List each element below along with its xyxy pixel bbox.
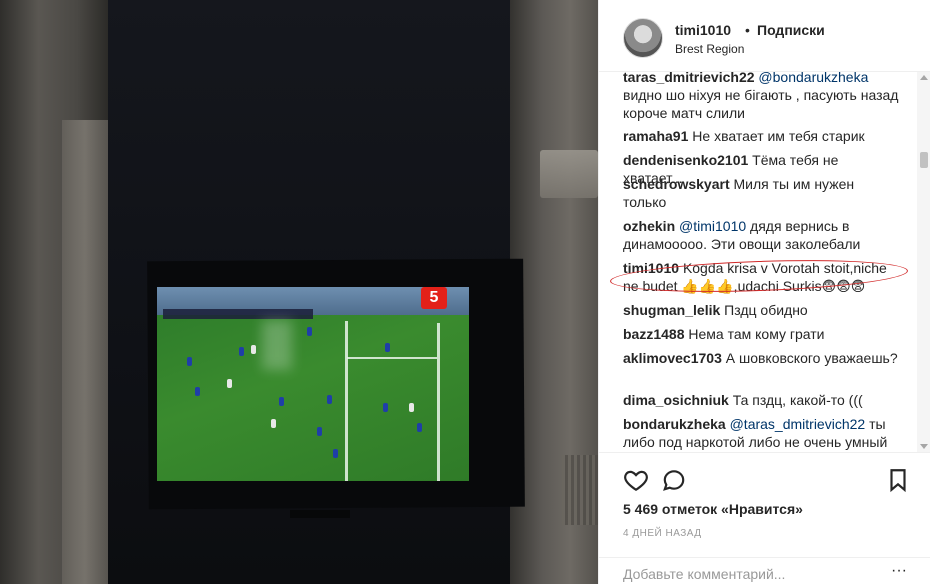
heart-icon[interactable] [623,467,649,493]
scroll-up-arrow-icon[interactable] [920,75,928,80]
post-actions: 5 469 отметок «Нравится» 4 ДНЕЙ НАЗАД ··… [599,452,930,584]
comment-item: bondarukzheka @taras_dmitrievich22 ты ли… [623,415,901,451]
comment-username[interactable]: ramaha91 [623,128,688,144]
comment-username[interactable]: ozhekin [623,218,675,234]
comment-username[interactable]: aklimovec1703 [623,350,722,366]
door-frame [62,120,108,584]
bookmark-icon[interactable] [885,467,911,493]
comment-item: aklimovec1703 А шовковского уважаешь? [623,349,901,367]
comment-mention[interactable]: @taras_dmitrievich22 [730,416,866,432]
comment-item: dima_osichniuk Та пздц, какой-то ((( [623,391,901,409]
comment-username[interactable]: dendenisenko2101 [623,152,748,168]
post-username[interactable]: timi1010 [675,22,731,38]
scroll-down-arrow-icon[interactable] [920,444,928,449]
player [271,419,276,428]
comment-item: schedrowskyart Миля ты им нужен только [623,175,901,211]
tv-screen: 5 [157,287,469,481]
comment-text: Нема там кому грати [688,326,825,342]
player [239,347,244,356]
comment-item: shugman_lelik Пздц обидно [623,301,901,319]
player [317,427,322,436]
field-line [347,357,437,359]
post-side-panel: timi1010 • Подписки Brest Region taras_d… [598,0,930,584]
comment-username[interactable]: shugman_lelik [623,302,720,318]
separator-dot: • [745,22,750,38]
post-date[interactable]: 4 ДНЕЙ НАЗАД [623,528,702,539]
comment-username[interactable]: schedrowskyart [623,176,730,192]
scoreboard-bar [163,309,313,319]
comment-username[interactable]: taras_dmitrievich22 [623,72,755,85]
likes-count[interactable]: 5 469 отметок «Нравится» [623,501,803,517]
more-icon[interactable]: ··· [891,562,907,580]
player [417,423,422,432]
comment-item: bazz1488 Нема там кому грати [623,325,901,343]
radiator [562,455,598,525]
player [333,449,338,458]
tv-stand [290,510,350,518]
player [195,387,200,396]
player [279,397,284,406]
comment-item: видно шо ніхуя не бігають , пасують наза… [623,86,901,122]
comment-text: Та пздц, какой-то ((( [732,392,863,408]
comment-username[interactable]: bazz1488 [623,326,684,342]
comment-item: taras_dmitrievich22 @bondarukzheka [623,72,901,86]
comments-list[interactable]: taras_dmitrievich22 @bondarukzheka видно… [599,72,917,452]
comment-username[interactable]: bondarukzheka [623,416,726,432]
follow-button[interactable]: Подписки [757,22,825,38]
comment-mention[interactable]: @bondarukzheka [758,72,868,85]
player [383,403,388,412]
comment-text: А шовковского уважаешь? [725,350,898,366]
comments-scrollbar[interactable] [917,72,930,452]
player [187,357,192,366]
air-conditioner [540,150,598,198]
comment-mention[interactable]: @timi1010 [679,218,746,234]
player [327,395,332,404]
player [307,327,312,336]
player [251,345,256,354]
player [409,403,414,412]
post-photo[interactable]: 5 [0,0,598,584]
channel-logo: 5 [421,287,447,309]
comment-input[interactable] [623,566,873,582]
field-line [345,321,348,481]
avatar[interactable] [623,18,663,58]
tv-glare [262,320,292,370]
player [385,343,390,352]
post-header: timi1010 • Подписки Brest Region [599,0,930,72]
comment-text: Не хватает им тебя старик [692,128,865,144]
comment-item: ozhekin @timi1010 дядя вернись в динамоо… [623,217,901,253]
comment-text: Пздц обидно [724,302,808,318]
comment-icon[interactable] [661,467,687,493]
comment-username[interactable]: dima_osichniuk [623,392,729,408]
comment-item: ramaha91 Не хватает им тебя старик [623,127,901,145]
comment-form: ··· [599,557,930,584]
field-line [437,323,440,481]
comment-text: видно шо ніхуя не бігають , пасують наза… [623,87,899,121]
player [227,379,232,388]
scroll-thumb[interactable] [920,152,928,168]
post-location[interactable]: Brest Region [675,42,744,56]
